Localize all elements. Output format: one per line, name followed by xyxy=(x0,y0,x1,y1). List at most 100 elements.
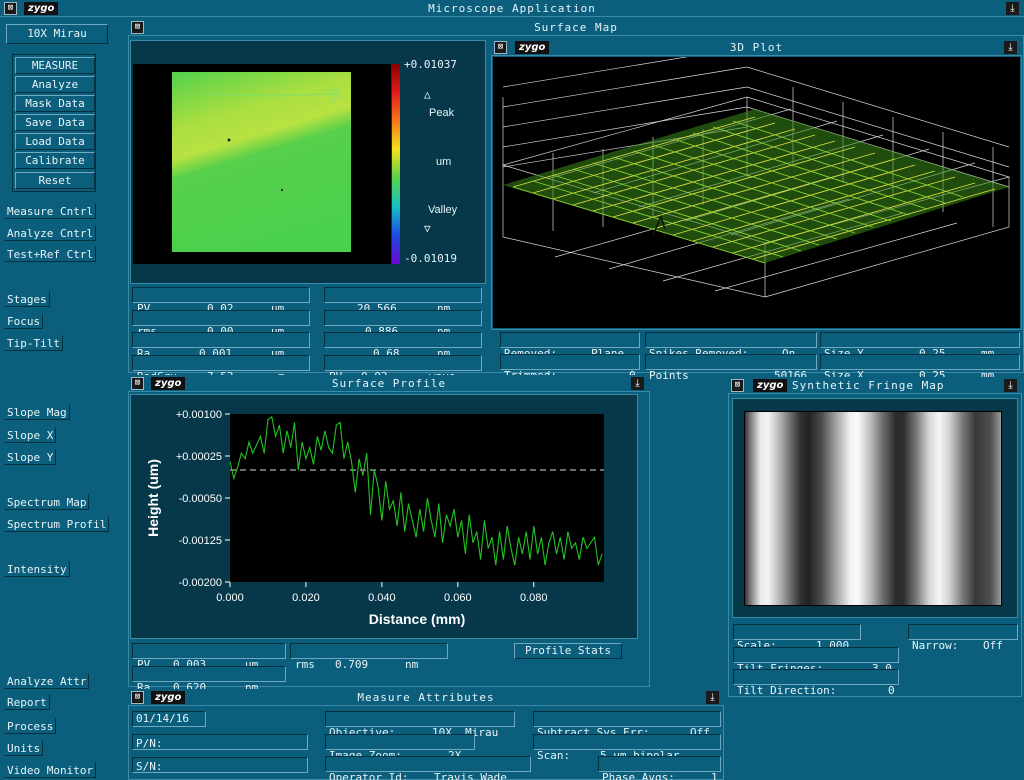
scale-peak-label: Peak xyxy=(429,107,455,119)
profile-ra-field: Ra 0.620 nm xyxy=(132,666,286,694)
plot3d-close-icon[interactable]: ⊠ xyxy=(494,41,507,54)
removed-field: Removed:Plane xyxy=(500,332,640,360)
profile-rms-field: rms 0.709 nm xyxy=(290,643,448,671)
y-tick-label: -0.00125 xyxy=(179,535,222,547)
objective-field[interactable]: Objective: 10X Mirau xyxy=(325,711,515,739)
stat-radcrv: RadCrv7.53m xyxy=(132,355,310,383)
size-x-field: Size X 0.25 mm xyxy=(820,354,1020,382)
app-pin-icon[interactable]: ⤓ xyxy=(1006,2,1019,15)
scale-unit-label: um xyxy=(436,156,452,168)
surface-map-title: Surface Map xyxy=(534,21,618,34)
menu-units[interactable]: Units xyxy=(4,740,44,756)
reset-button[interactable]: Reset xyxy=(15,172,95,189)
y-axis-label: Height (um) xyxy=(145,459,161,537)
save-data-button[interactable]: Save Data xyxy=(15,114,95,131)
stat-ra: Ra 0.001 um xyxy=(132,332,310,360)
plot3d-surface xyxy=(501,46,1011,298)
fringe-tilt-direction-field[interactable]: Tilt Direction: 0 xyxy=(733,669,899,697)
menu-analyze-attr[interactable]: Analyze Attr xyxy=(4,673,90,689)
objective-button[interactable]: 10X Mirau xyxy=(6,24,108,44)
plot3d-title: 3D Plot xyxy=(729,41,784,54)
scale-valley-label: Valley xyxy=(428,204,458,216)
plot3d-view xyxy=(493,46,1020,328)
scan-field[interactable]: Scan:5 um bipolar xyxy=(533,734,721,762)
y-tick-label: -0.00050 xyxy=(179,493,222,505)
plot3d-mesh xyxy=(503,109,1009,264)
fringe-tilt-fringes-field[interactable]: Tilt Fringes:3.0 xyxy=(733,647,899,675)
stat2-rms-nm: 0.886nm xyxy=(324,310,482,338)
menu-intensity[interactable]: Intensity xyxy=(4,561,70,577)
trimmed-field: Trimmed:0 xyxy=(500,354,640,382)
points-field: Points 50166 xyxy=(645,354,817,382)
scale-bottom-value: -0.01019 xyxy=(404,252,457,265)
fringe-narrow-field[interactable]: Narrow: Off xyxy=(908,624,1018,652)
surface-profile-close-icon[interactable]: ⊠ xyxy=(131,377,144,390)
stat2-ra-nm: 0.68 nm xyxy=(324,332,482,360)
menu-spectrum-map[interactable]: Spectrum Map xyxy=(4,494,90,510)
surface-map-close-icon[interactable]: ⊠ xyxy=(131,21,144,34)
fringe-scale-field[interactable]: Scale: 1.000 xyxy=(733,624,861,652)
operator-id-field[interactable]: Operator Id: Travis Wade xyxy=(325,756,531,780)
menu-analyze-cntrl[interactable]: Analyze Cntrl xyxy=(4,225,97,241)
image-zoom-field[interactable]: Image Zoom:2X xyxy=(325,734,475,762)
y-tick-label: -0.00200 xyxy=(179,577,222,589)
fringe-map-zygo-logo: zygo xyxy=(753,379,788,392)
menu-video-monitor[interactable]: Video Monitor xyxy=(4,762,97,778)
menu-process[interactable]: Process xyxy=(4,718,57,734)
surface-profile-title-bar: Surface Profile xyxy=(128,375,650,392)
app-title-bar: Microscope Application xyxy=(0,0,1024,17)
stat-rms: rms0.00um xyxy=(132,310,310,338)
menu-test-ref-ctrl[interactable]: Test+Ref Ctrl xyxy=(4,246,97,262)
menu-slope-x[interactable]: Slope X xyxy=(4,427,57,443)
menu-spectrum-profil[interactable]: Spectrum Profil xyxy=(4,516,110,532)
surface-profile-pin-icon[interactable]: ⤓ xyxy=(631,377,644,390)
color-scale-bar xyxy=(392,64,400,264)
measure-button[interactable]: MEASURE xyxy=(15,57,95,74)
measure-attributes-title-bar: Measure Attributes xyxy=(128,689,724,706)
profile-stats-button[interactable]: Profile Stats xyxy=(514,643,622,659)
menu-report[interactable]: Report xyxy=(4,694,50,710)
plot3d-title-bar: 3D Plot xyxy=(491,39,1022,56)
sn-field[interactable] xyxy=(132,757,308,773)
fringe-map-pin-icon[interactable]: ⤓ xyxy=(1004,379,1017,392)
x-tick-label: 0.000 xyxy=(216,592,244,604)
x-tick-label: 0.060 xyxy=(444,592,472,604)
pn-field[interactable] xyxy=(132,734,308,750)
stat2-pv-wave: PV0.03wave xyxy=(324,355,482,383)
spikes-removed-field: Spikes Removed:On xyxy=(645,332,817,360)
surface-map-view xyxy=(133,64,391,264)
zygo-logo: zygo xyxy=(24,2,59,15)
mask-data-button[interactable]: Mask Data xyxy=(15,95,95,112)
surface-map-image xyxy=(172,72,351,252)
stat2-pv-nm: 20.566 nm xyxy=(324,287,482,315)
analyze-button[interactable]: Analyze xyxy=(15,76,95,93)
app-close-icon[interactable]: ⊠ xyxy=(4,2,17,15)
fringe-map-close-icon[interactable]: ⊠ xyxy=(731,379,744,392)
surface-profile-zygo-logo: zygo xyxy=(151,377,186,390)
size-y-field: Size Y0.25mm xyxy=(820,332,1020,360)
scale-top-value: +0.01037 xyxy=(404,58,457,71)
phase-avgs-field[interactable]: Phase Avgs: 1 xyxy=(598,756,721,780)
menu-slope-mag[interactable]: Slope Mag xyxy=(4,404,70,420)
menu-slope-y[interactable]: Slope Y xyxy=(4,449,57,465)
fringe-image xyxy=(744,411,1002,606)
surface-profile-title: Surface Profile xyxy=(331,377,447,390)
scale-down-arrow-icon: ▽ xyxy=(424,222,431,235)
scale-up-arrow-icon: △ xyxy=(424,88,431,101)
y-tick-label: +0.00025 xyxy=(176,451,222,463)
load-data-button[interactable]: Load Data xyxy=(15,133,95,150)
measure-attributes-close-icon[interactable]: ⊠ xyxy=(131,691,144,704)
menu-tip-tilt[interactable]: Tip-Tilt xyxy=(4,335,63,351)
date-field[interactable]: 01/14/16 xyxy=(132,711,206,727)
x-tick-label: 0.080 xyxy=(520,592,548,604)
measure-attributes-pin-icon[interactable]: ⤓ xyxy=(706,691,719,704)
app-title: Microscope Application xyxy=(428,2,596,15)
x-tick-label: 0.020 xyxy=(292,592,320,604)
menu-focus[interactable]: Focus xyxy=(4,313,44,329)
menu-stages[interactable]: Stages xyxy=(4,291,50,307)
menu-measure-cntrl[interactable]: Measure Cntrl xyxy=(4,203,97,219)
calibrate-button[interactable]: Calibrate xyxy=(15,152,95,169)
subtract-sys-err-field[interactable]: Subtract Sys Err: Off xyxy=(533,711,721,739)
x-tick-label: 0.040 xyxy=(368,592,396,604)
plot3d-pin-icon[interactable]: ⤓ xyxy=(1004,41,1017,54)
